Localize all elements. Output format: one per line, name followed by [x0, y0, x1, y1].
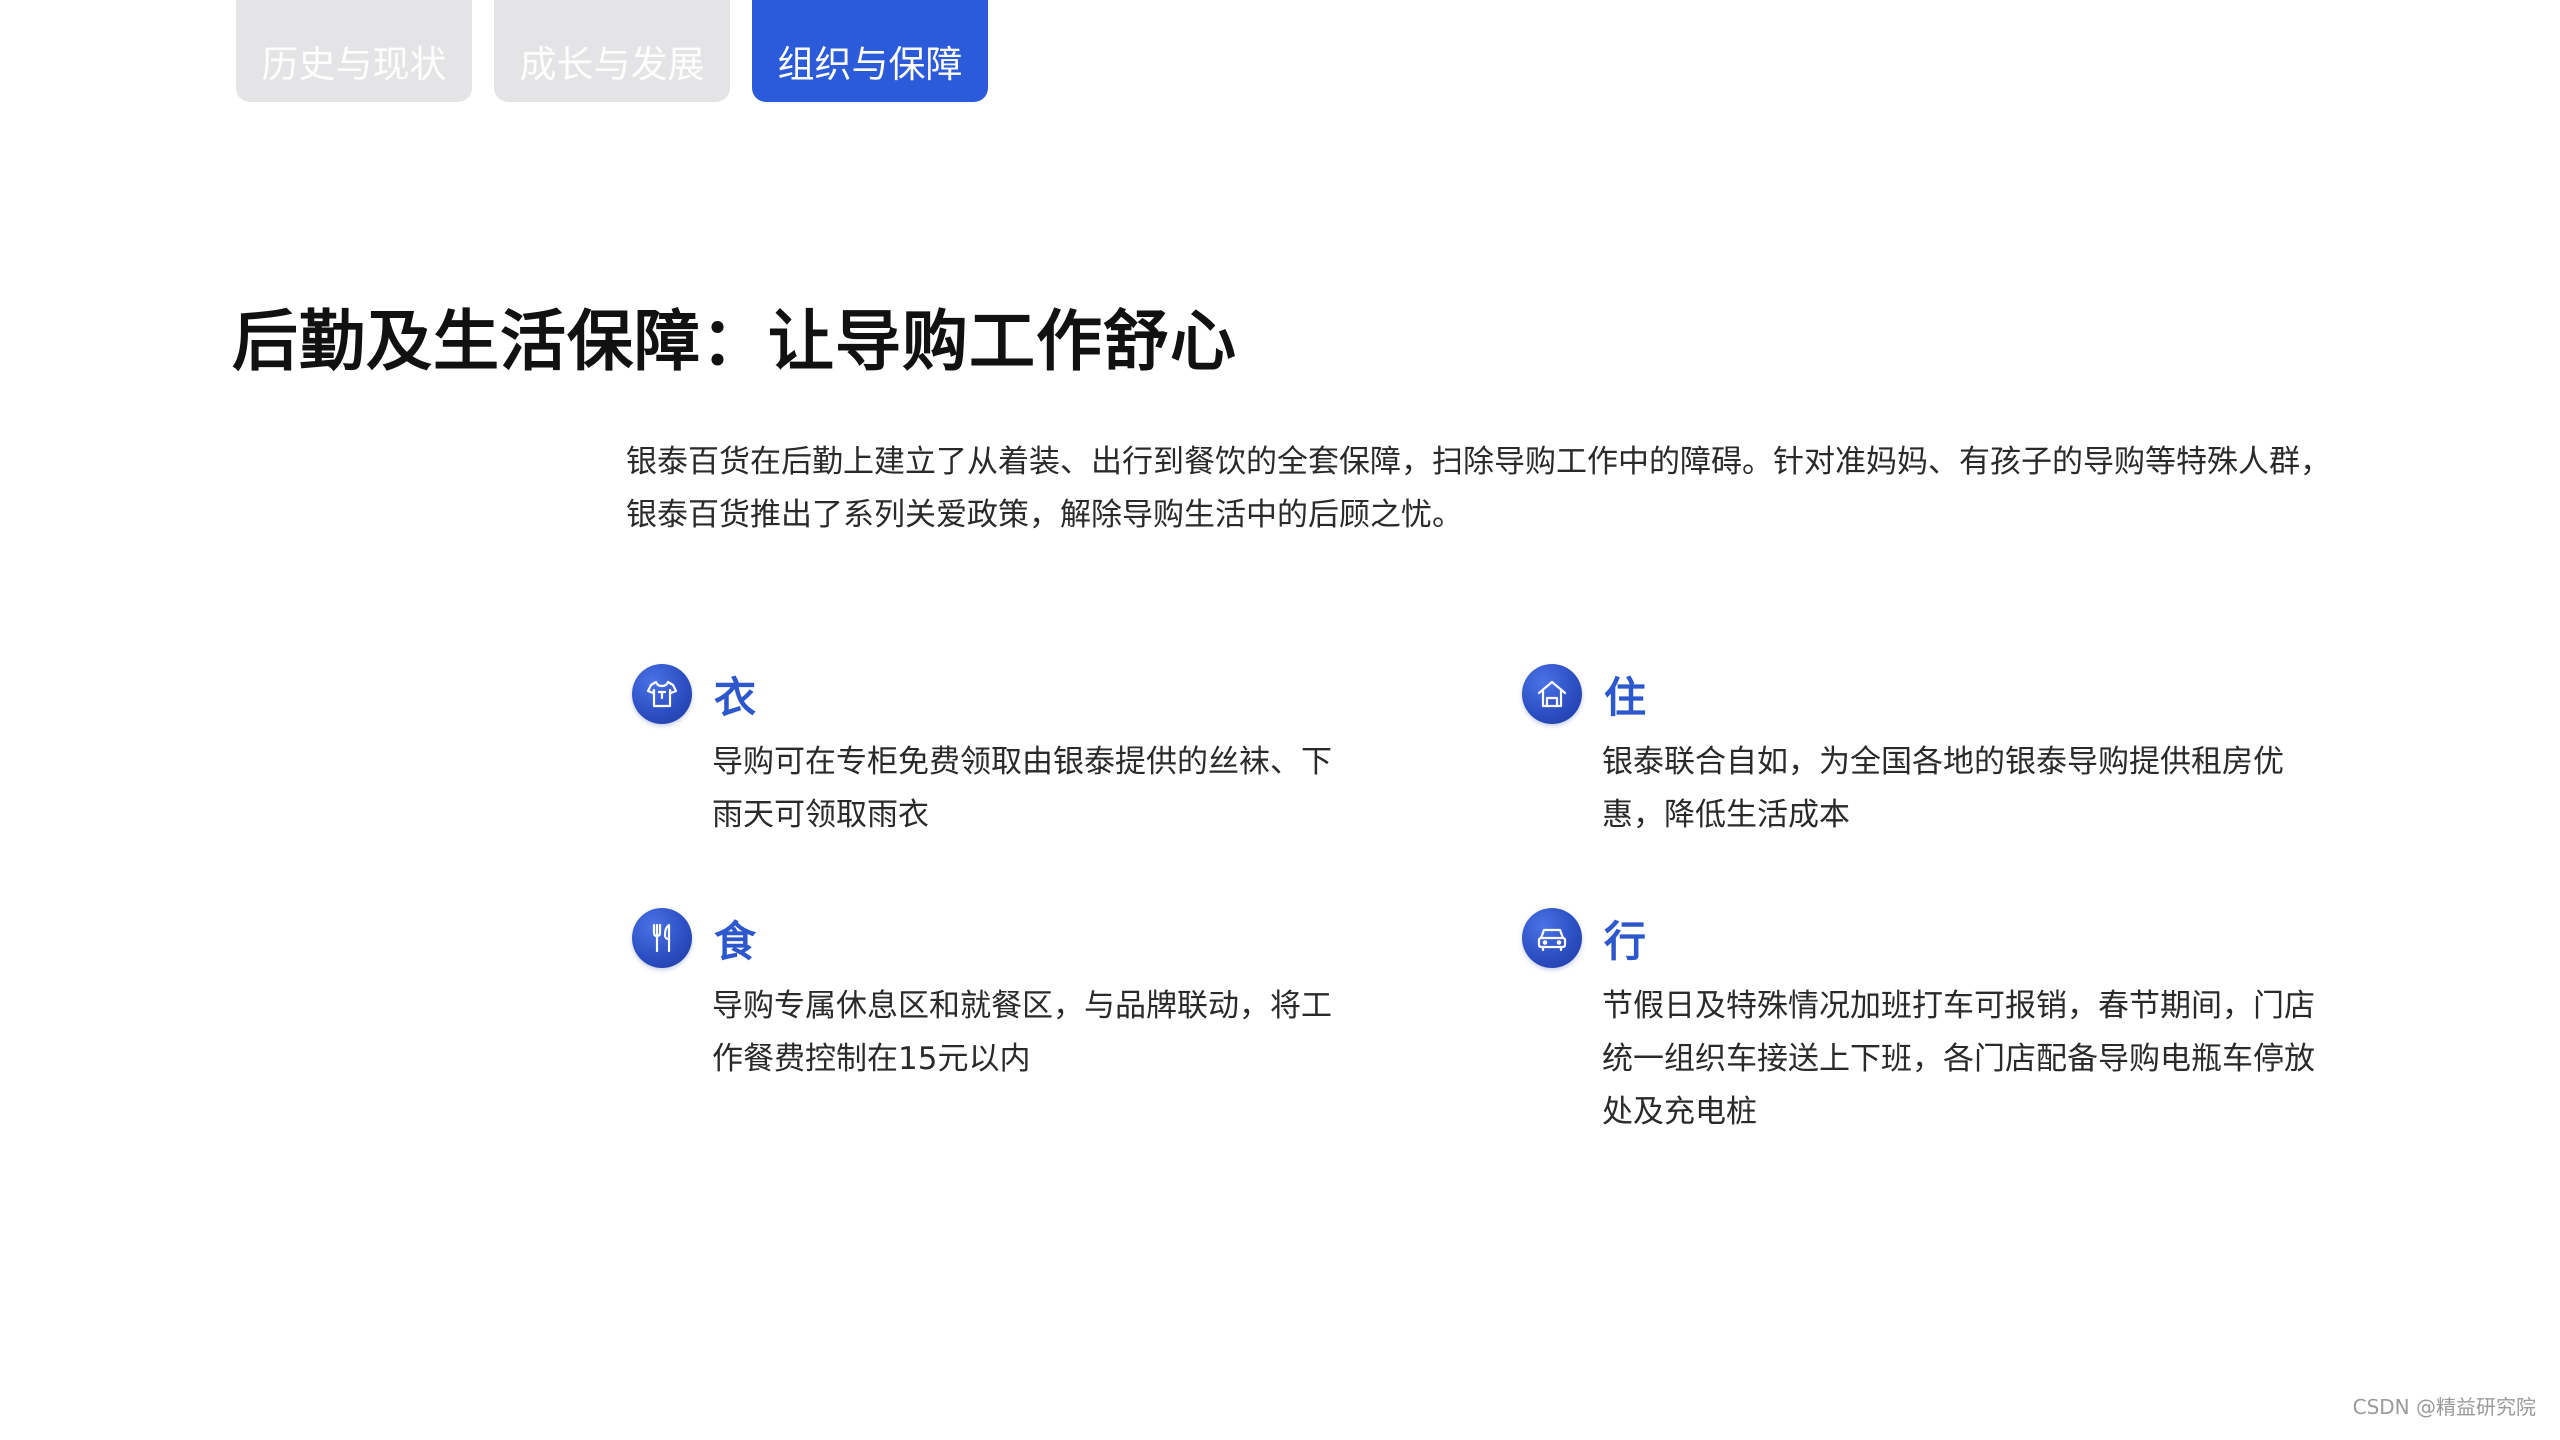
intro-paragraph: 银泰百货在后勤上建立了从着装、出行到餐饮的全套保障，扫除导购工作中的障碍。针对准…	[626, 444, 2331, 533]
feature-housing-header: 住	[1522, 662, 2322, 726]
feature-food-title: 食	[714, 916, 757, 966]
feature-travel-title: 行	[1604, 916, 1647, 966]
feature-travel-header: 行	[1522, 906, 2322, 970]
feature-travel-desc: 节假日及特殊情况加班打车可报销，春节期间，门店统一组织车接送上下班，各门店配备导…	[1602, 988, 2315, 1130]
feature-clothing-title: 衣	[714, 672, 757, 722]
watermark: CSDN @精益研究院	[2352, 1395, 2536, 1419]
page-title: 后勤及生活保障：让导购工作舒心	[232, 303, 1237, 380]
house-icon	[1522, 664, 1582, 724]
shirt-icon	[632, 664, 692, 724]
feature-clothing-header: 衣	[632, 662, 1332, 726]
tab-history[interactable]: 历史与现状	[236, 0, 472, 102]
feature-housing: 住 银泰联合自如，为全国各地的银泰导购提供租房优惠，降低生活成本	[1522, 662, 2322, 842]
feature-food-header: 食	[632, 906, 1332, 970]
feature-housing-title: 住	[1604, 672, 1647, 722]
feature-housing-desc: 银泰联合自如，为全国各地的银泰导购提供租房优惠，降低生活成本	[1602, 744, 2284, 833]
feature-clothing: 衣 导购可在专柜免费领取由银泰提供的丝袜、下雨天可领取雨衣	[632, 662, 1332, 842]
feature-food: 食 导购专属休息区和就餐区，与品牌联动，将工作餐费控制在15元以内	[632, 906, 1332, 1086]
tab-growth-label: 成长与发展	[519, 43, 705, 86]
feature-travel: 行 节假日及特殊情况加班打车可报销，春节期间，门店统一组织车接送上下班，各门店配…	[1522, 906, 2322, 1139]
car-icon	[1522, 908, 1582, 968]
tab-history-label: 历史与现状	[261, 43, 447, 86]
feature-food-desc: 导购专属休息区和就餐区，与品牌联动，将工作餐费控制在15元以内	[712, 988, 1332, 1077]
tab-organization-label: 组织与保障	[777, 43, 963, 86]
section-tabs: 历史与现状 成长与发展 组织与保障	[236, 0, 988, 102]
feature-clothing-desc: 导购可在专柜免费领取由银泰提供的丝袜、下雨天可领取雨衣	[712, 744, 1332, 833]
utensils-icon	[632, 908, 692, 968]
tab-growth[interactable]: 成长与发展	[494, 0, 730, 102]
tab-organization[interactable]: 组织与保障	[752, 0, 988, 102]
